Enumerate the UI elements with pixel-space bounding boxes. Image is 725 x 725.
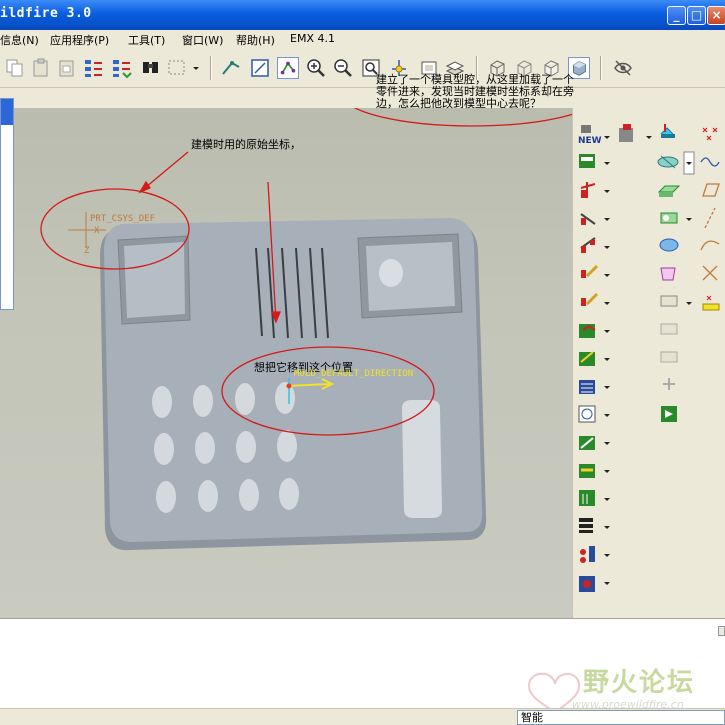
menu-bar: 信息(N) 应用程序(P) 工具(T) 窗口(W) 帮助(H) EMX 4.1 — [0, 30, 725, 50]
refit-icon[interactable] — [249, 57, 271, 79]
menu-window[interactable]: 窗口(W) — [182, 32, 223, 48]
menu-help[interactable]: 帮助(H) — [236, 32, 275, 48]
selection-filter-select[interactable]: 智能 — [517, 710, 725, 725]
datum-point-icon[interactable] — [702, 127, 718, 141]
copy-icon[interactable] — [4, 57, 26, 79]
message-scroll-arrow[interactable] — [718, 626, 725, 636]
workpiece-icon[interactable] — [579, 154, 595, 168]
csys-x-label: X — [94, 226, 100, 236]
mold-feature-toolbar: NEW — [572, 108, 725, 618]
thickness-icon[interactable] — [579, 464, 595, 478]
mold-direction-label[interactable]: MOLD_DEFAULT_DIRECTION — [294, 369, 413, 379]
menu-tools[interactable]: 工具(T) — [128, 32, 165, 48]
datum-plane-icon[interactable] — [702, 183, 720, 197]
hole-round — [379, 259, 403, 287]
merge-icon[interactable] — [660, 351, 678, 363]
interference-icon[interactable] — [579, 490, 595, 506]
cavity-icon[interactable] — [660, 295, 678, 307]
watermark-title: 野火论坛 — [583, 668, 696, 698]
paste-icon[interactable] — [30, 57, 52, 79]
paste-special-icon[interactable] — [56, 57, 78, 79]
sketch-curve-icon[interactable] — [700, 157, 720, 167]
maximize-button[interactable]: □ — [687, 6, 706, 25]
title-bar[interactable]: ildfire 3.0 _ □ × — [0, 0, 725, 30]
gate-icon[interactable] — [580, 237, 596, 253]
extrude-icon[interactable] — [660, 212, 678, 224]
projected-area-icon[interactable] — [579, 518, 593, 533]
mold-assembly-icon[interactable] — [619, 124, 633, 142]
mold-volume-icon[interactable] — [657, 185, 681, 197]
mold-part[interactable] — [100, 218, 487, 551]
app-window: ildfire 3.0 _ □ × 信息(N) 应用程序(P) 工具(T) 窗口… — [0, 0, 725, 725]
toolbar-separator — [210, 56, 212, 80]
main-toolbar — [0, 50, 725, 88]
menu-emx[interactable]: EMX 4.1 — [290, 32, 335, 45]
regenerate-icon[interactable] — [83, 57, 105, 79]
shrinkage-icon[interactable] — [580, 182, 596, 198]
annotation-circle-question — [353, 108, 572, 127]
mold-base-icon[interactable] — [660, 124, 675, 138]
extract-icon[interactable] — [579, 380, 595, 394]
dropdown-icon[interactable] — [190, 57, 202, 79]
minimize-button[interactable]: _ — [667, 6, 686, 25]
regen-manager-icon[interactable] — [111, 57, 133, 79]
runner-icon[interactable] — [580, 213, 596, 225]
menu-info[interactable]: 信息(N) — [0, 32, 39, 48]
annotation-note-line3: 边，怎么把他改到模型中心去呢？ — [376, 97, 541, 110]
revolve-icon[interactable] — [659, 238, 679, 252]
mold-feature-icons: NEW — [578, 124, 720, 592]
waterline-icon[interactable] — [581, 264, 599, 278]
select-box-icon[interactable] — [166, 57, 188, 79]
prt-csys-label[interactable]: PRT_CSYS_DEF — [90, 214, 155, 224]
parting-surface-icon[interactable] — [657, 155, 679, 169]
mold-opening-icon[interactable] — [660, 323, 678, 335]
datum-axis-icon[interactable] — [704, 207, 716, 229]
spin-center-icon[interactable] — [277, 57, 299, 79]
draft-check-icon[interactable] — [579, 436, 595, 450]
annotation-note-question: 建立了一个模具型腔，从这里加载了一个 零件进来，发现当时建模时坐标系却在旁 边，… — [376, 74, 574, 110]
find-icon[interactable] — [140, 57, 162, 79]
zoom-out-icon[interactable] — [332, 57, 354, 79]
new-part-icon[interactable]: NEW — [578, 124, 602, 146]
layout-icon[interactable] — [578, 405, 596, 423]
annotation-original-csys-text: 建模时用的原始坐标， — [191, 138, 301, 151]
window-title: ildfire 3.0 — [0, 6, 92, 21]
check-icon[interactable] — [661, 406, 677, 422]
close-button[interactable]: × — [707, 6, 725, 25]
svg-text:NEW: NEW — [578, 136, 602, 146]
volume-split-icon[interactable] — [660, 267, 676, 281]
pattern-icon[interactable] — [663, 378, 675, 390]
datum-csys-icon[interactable] — [702, 265, 718, 281]
status-bar: 智能 — [0, 708, 725, 725]
analysis-icon[interactable] — [702, 295, 720, 311]
bom-icon[interactable] — [580, 546, 595, 563]
repaint-icon[interactable] — [220, 57, 242, 79]
hide-datum-icon[interactable] — [612, 57, 634, 79]
trim-icon[interactable] — [579, 351, 595, 366]
cooling-icon[interactable] — [579, 576, 595, 592]
toolbar-separator — [600, 56, 602, 80]
menu-applications[interactable]: 应用程序(P) — [50, 32, 109, 48]
pocket-left-floor — [124, 242, 185, 318]
pocket-right-floor — [366, 242, 455, 311]
zoom-in-icon[interactable] — [305, 57, 327, 79]
split-icon[interactable] — [579, 324, 596, 338]
csys-z-label: Z — [84, 246, 90, 256]
display-window — [402, 400, 442, 518]
curve-icon[interactable] — [700, 240, 720, 251]
ejector-icon[interactable] — [581, 292, 599, 306]
column1-dropdown-arrows[interactable] — [604, 136, 610, 585]
